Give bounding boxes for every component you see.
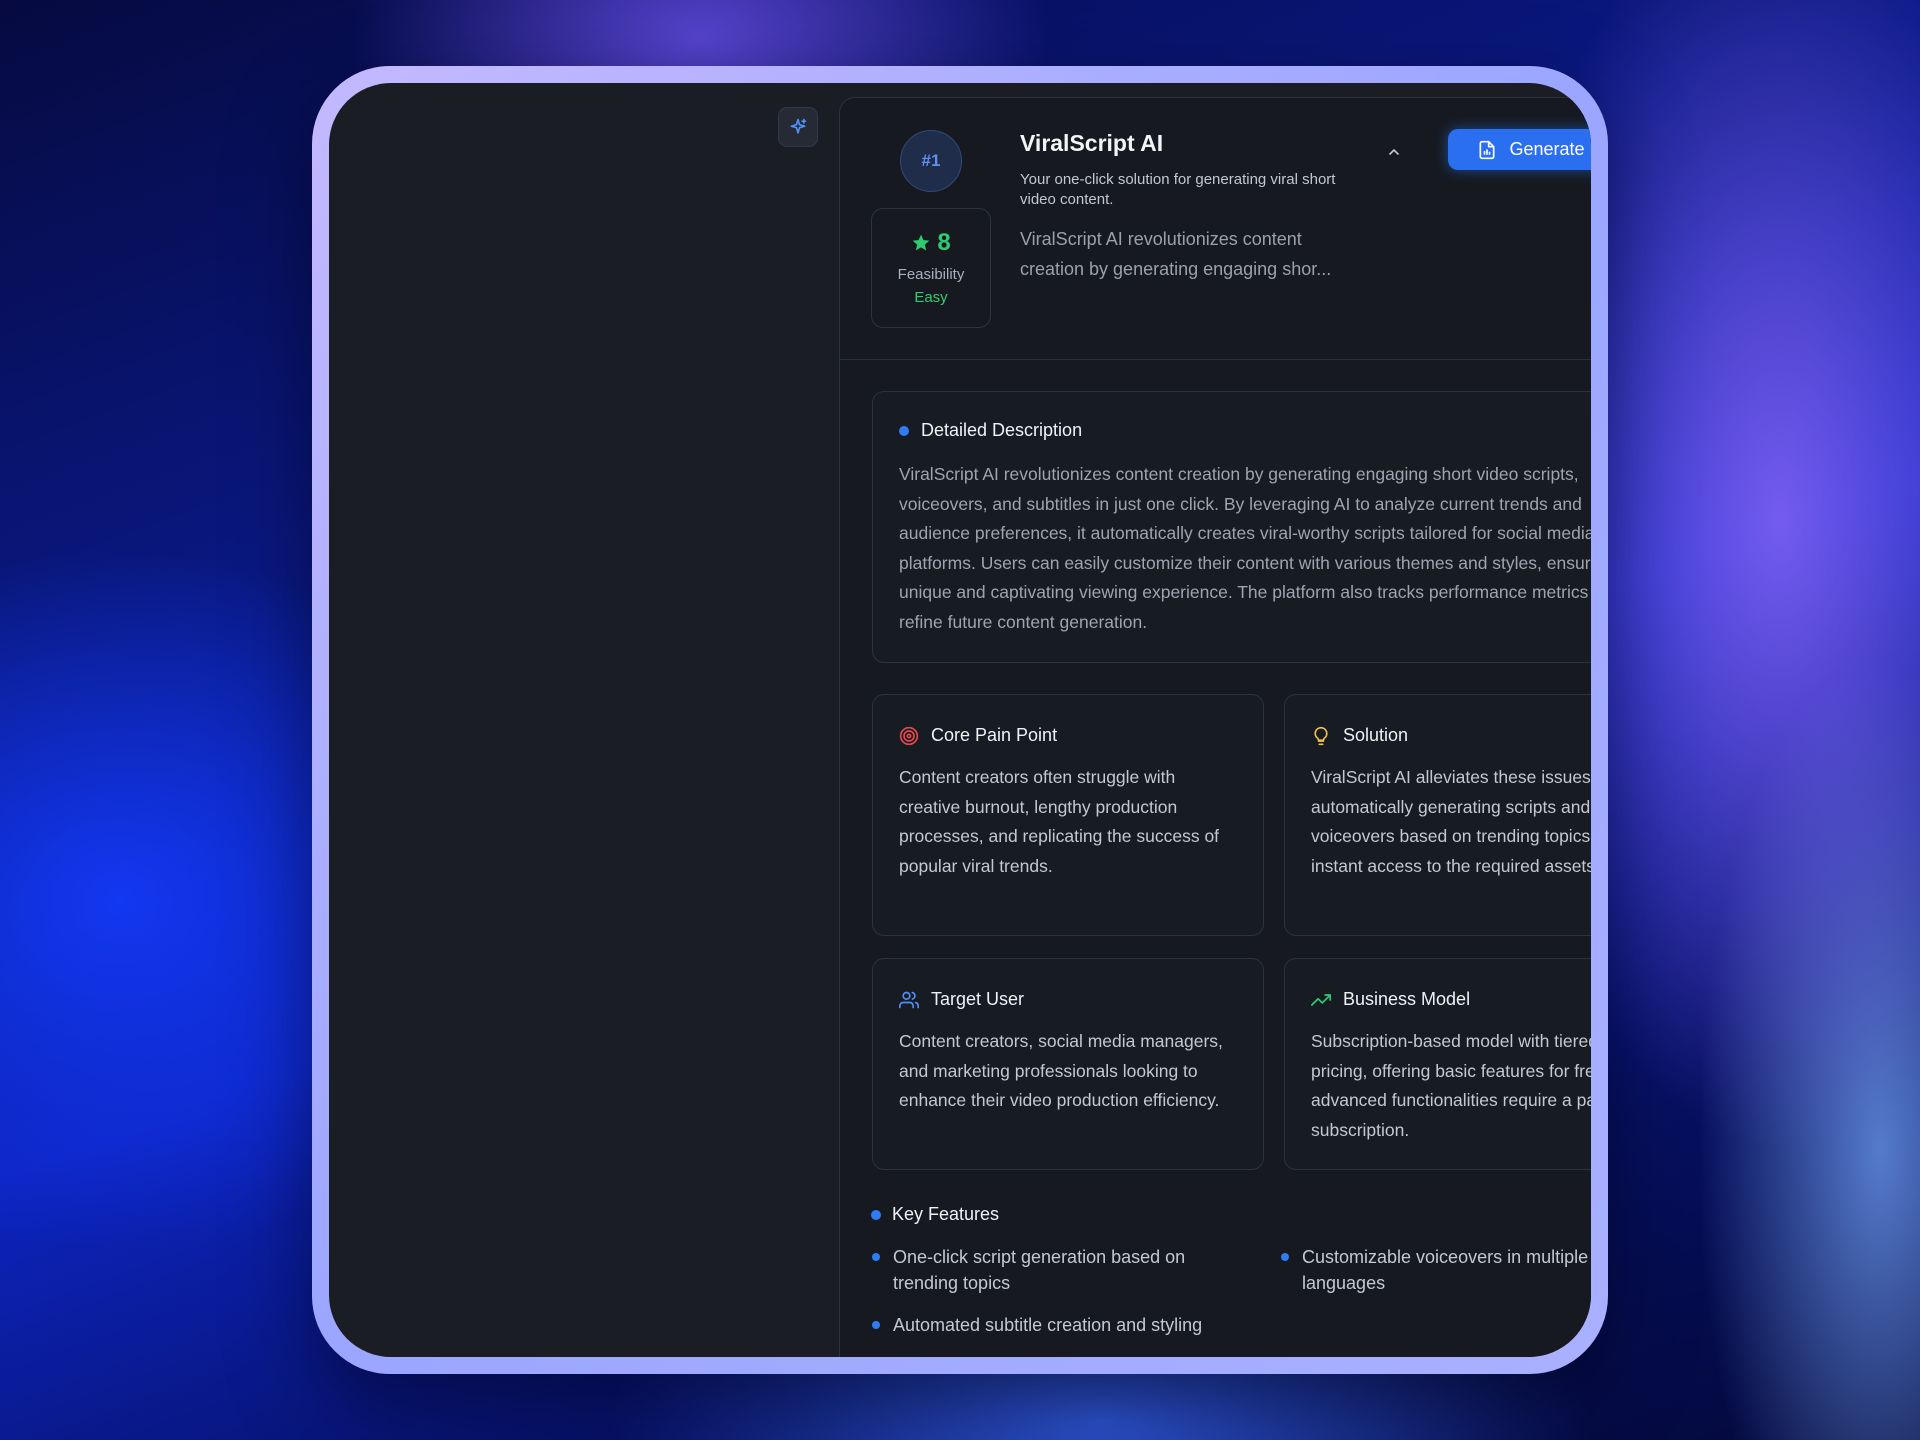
feasibility-label: Feasibility [897, 266, 965, 283]
feasibility-level: Easy [914, 289, 948, 306]
business-model-text: Subscription-based model with tiered pri… [1311, 1031, 1591, 1140]
bullet-dot [872, 1253, 880, 1261]
device-frame: #1 8 Feasibility Easy ViralScript AI You… [312, 66, 1608, 1374]
feature-item: Automated subtitle creation and styling [872, 1312, 1252, 1338]
generate-prompt-label: Generate Prompt [1509, 139, 1591, 159]
star-icon [912, 234, 930, 251]
detailed-description-heading: Detailed Description [921, 420, 1083, 440]
idea-detail-panel: #1 8 Feasibility Easy ViralScript AI You… [839, 97, 1591, 1357]
lightbulb-icon [1314, 726, 1328, 745]
rank-badge: #1 [900, 130, 962, 192]
key-features-header: Key Features [871, 1204, 999, 1225]
key-features-heading: Key Features [892, 1204, 1000, 1224]
feasibility-score: 8 [937, 229, 951, 256]
users-icon [899, 991, 919, 1008]
bullet-dot [872, 1321, 880, 1329]
target-user-text: Content creators, social media managers,… [899, 1031, 1223, 1110]
app-screen: #1 8 Feasibility Easy ViralScript AI You… [329, 83, 1591, 1357]
bullet-dot [871, 1209, 881, 1220]
target-icon [899, 726, 919, 745]
bullet-dot [1281, 1253, 1289, 1261]
feature-text: One-click script generation based on tre… [893, 1247, 1186, 1293]
feature-text: Customizable voiceovers in multiple lang… [1302, 1247, 1589, 1293]
target-user-card: Target User Content creators, social med… [872, 958, 1264, 1170]
feature-item: Customizable voiceovers in multiple lang… [1281, 1244, 1591, 1296]
sparkle-icon[interactable] [778, 107, 818, 147]
generate-prompt-button[interactable]: Generate Prompt [1448, 129, 1591, 170]
idea-summary: ViralScript AI revolutionizes content cr… [1020, 229, 1332, 279]
solution-card: Solution ViralScript AI alleviates these… [1284, 694, 1591, 936]
target-user-heading: Target User [931, 989, 1025, 1009]
divider [840, 359, 1591, 360]
solution-text: ViralScript AI alleviates these issues b… [1311, 767, 1591, 876]
document-icon [1479, 140, 1495, 159]
business-model-card: Business Model Subscription-based model … [1284, 958, 1591, 1170]
feature-item: One-click script generation based on tre… [872, 1244, 1252, 1296]
core-pain-point-heading: Core Pain Point [931, 725, 1058, 745]
trending-up-icon [1311, 993, 1331, 1006]
bullet-dot [899, 425, 909, 436]
business-model-heading: Business Model [1343, 989, 1471, 1009]
feature-text: Automated subtitle creation and styling [893, 1315, 1203, 1335]
detailed-description-text: ViralScript AI revolutionizes content cr… [899, 464, 1591, 632]
detailed-description-card: Detailed Description ViralScript AI revo… [872, 391, 1591, 663]
idea-tagline: Your one-click solution for generating v… [1020, 171, 1336, 208]
chevron-up-icon[interactable] [1380, 138, 1408, 166]
core-pain-point-card: Core Pain Point Content creators often s… [872, 694, 1264, 936]
feasibility-card: 8 Feasibility Easy [871, 208, 991, 328]
solution-heading: Solution [1343, 725, 1409, 745]
idea-title: ViralScript AI [1020, 130, 1164, 156]
core-pain-point-text: Content creators often struggle with cre… [899, 767, 1220, 876]
